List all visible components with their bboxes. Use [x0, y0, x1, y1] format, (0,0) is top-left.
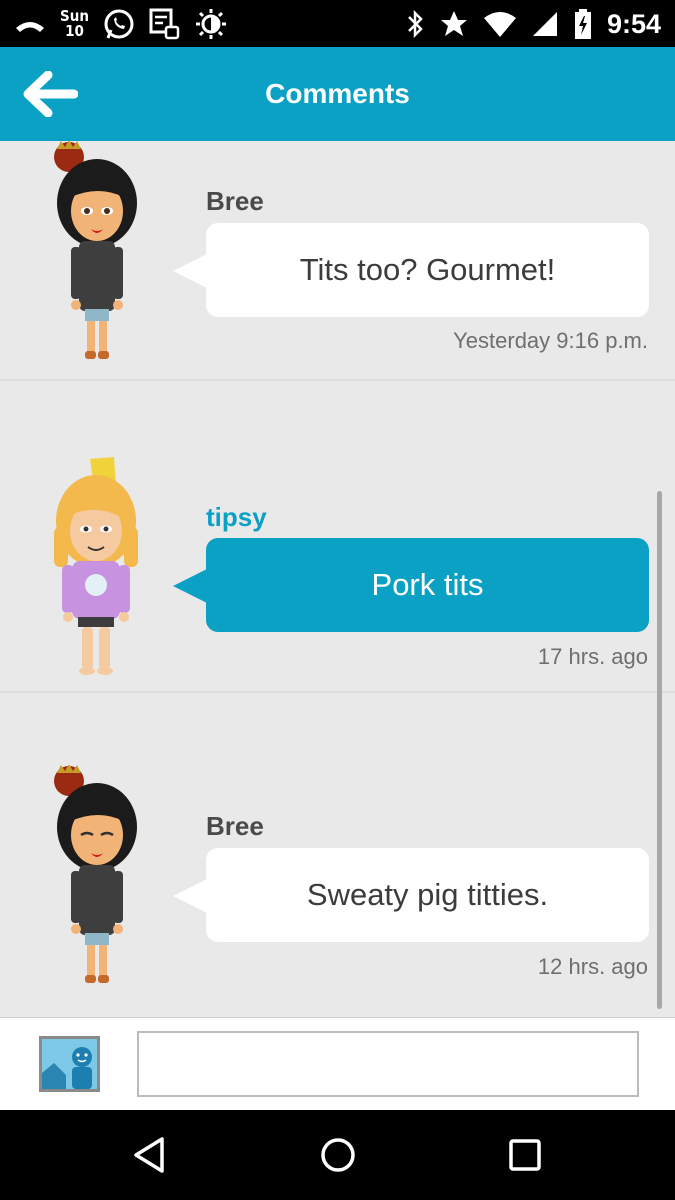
bubble-tail: [173, 254, 207, 288]
status-time: 9:54: [606, 8, 661, 39]
comment-author[interactable]: Bree: [206, 186, 264, 217]
signal-icon: [532, 12, 557, 36]
scrollbar[interactable]: [657, 491, 662, 1009]
wifi-icon: [483, 12, 516, 37]
nav-recents-button[interactable]: [495, 1130, 555, 1180]
status-date-num: 10: [65, 22, 84, 40]
comment-author[interactable]: Bree: [206, 811, 264, 842]
comment-item: tipsy Pork tits 17 hrs. ago: [0, 381, 675, 691]
comment-bubble[interactable]: Tits too? Gourmet!: [206, 223, 649, 317]
clipboard-icon: [149, 8, 180, 40]
recents-square-icon: [509, 1139, 541, 1171]
comment-timestamp: Yesterday 9:16 p.m.: [453, 328, 648, 353]
comment-bubble[interactable]: Sweaty pig titties.: [206, 848, 649, 942]
back-triangle-icon: [134, 1137, 164, 1173]
whatsapp-icon: [104, 9, 134, 39]
back-button[interactable]: [18, 64, 82, 124]
home-circle-icon: [321, 1138, 355, 1172]
comment-item: Bree Tits too? Gourmet! Yesterday 9:16 p…: [0, 141, 675, 379]
bubble-tail: [173, 569, 207, 603]
comments-list[interactable]: Bree Tits too? Gourmet! Yesterday 9:16 p…: [0, 141, 675, 1017]
image-icon: [39, 1036, 100, 1092]
mii-bree-crown-avatar: [54, 141, 137, 359]
battery-charging-icon: [574, 9, 591, 39]
mii-tipsy-avatar: [54, 457, 138, 675]
comment-input-bar: [0, 1017, 675, 1110]
comment-item: Bree Sweaty pig titties. 12 hrs. ago: [0, 693, 675, 1017]
system-nav-bar: [0, 1110, 675, 1200]
brightness-icon: [195, 9, 226, 39]
missed-call-icon: [16, 22, 44, 32]
comment-input[interactable]: [137, 1031, 639, 1097]
comment-timestamp: 12 hrs. ago: [537, 954, 648, 979]
comment-author[interactable]: tipsy: [206, 502, 267, 533]
nav-home-button[interactable]: [308, 1130, 368, 1180]
bluetooth-icon: [408, 9, 423, 39]
app-bar: Comments: [0, 47, 675, 141]
status-date: Sun 10: [60, 9, 89, 39]
star-icon: [440, 11, 467, 36]
comment-bubble[interactable]: Pork tits: [206, 538, 649, 632]
status-bar: Sun 10 9:54: [0, 0, 675, 47]
page-title: Comments: [265, 78, 410, 109]
bubble-tail: [173, 879, 207, 913]
mii-bree-crown-avatar: [54, 765, 137, 983]
nav-back-button[interactable]: [120, 1130, 180, 1180]
image-attach-button[interactable]: [38, 1035, 101, 1093]
comment-timestamp: 17 hrs. ago: [537, 644, 648, 669]
arrow-back-icon: [23, 71, 78, 117]
